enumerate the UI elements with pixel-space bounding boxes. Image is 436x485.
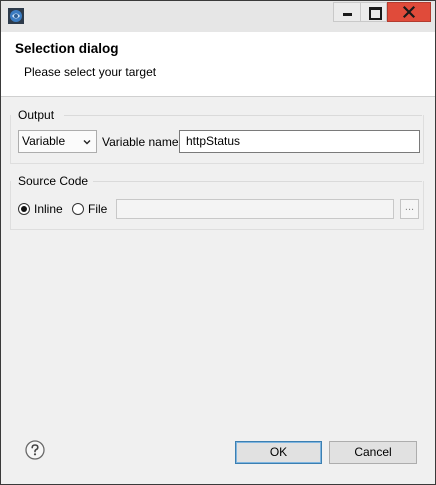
output-type-select[interactable]: Variable: [18, 130, 97, 153]
chevron-down-icon: [83, 140, 91, 145]
cancel-button[interactable]: Cancel: [329, 441, 417, 464]
maximize-icon: [369, 7, 382, 20]
close-icon: [402, 5, 416, 19]
eclipse-app-icon: [8, 8, 24, 24]
variable-name-input[interactable]: httpStatus: [179, 130, 420, 153]
dialog-header: Selection dialog Please select your targ…: [1, 32, 435, 97]
close-button[interactable]: [387, 2, 431, 22]
minimize-button[interactable]: [333, 2, 361, 22]
help-icon[interactable]: [25, 440, 45, 460]
variable-name-label: Variable name: [102, 135, 179, 149]
title-bar[interactable]: [1, 1, 435, 32]
minimize-icon: [343, 13, 352, 16]
ok-button[interactable]: OK: [235, 441, 322, 464]
inline-radio-label[interactable]: Inline: [34, 202, 63, 216]
file-radio-label[interactable]: File: [88, 202, 107, 216]
output-type-value: Variable: [22, 134, 66, 148]
maximize-button[interactable]: [360, 2, 387, 22]
file-radio[interactable]: [72, 203, 84, 215]
dialog-title: Selection dialog: [15, 41, 119, 56]
selection-dialog-window: Selection dialog Please select your targ…: [0, 0, 436, 485]
browse-button[interactable]: ...: [400, 199, 419, 219]
dialog-subtitle: Please select your target: [24, 65, 157, 79]
inline-radio[interactable]: [18, 203, 30, 215]
file-path-input[interactable]: [116, 199, 394, 219]
